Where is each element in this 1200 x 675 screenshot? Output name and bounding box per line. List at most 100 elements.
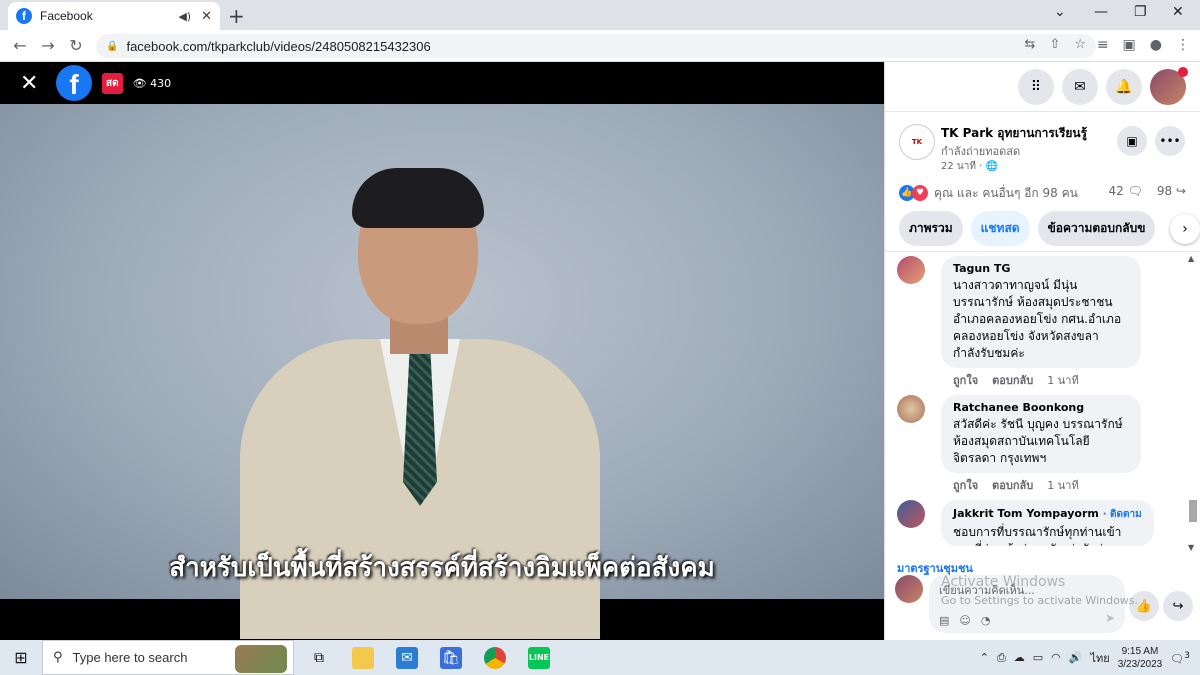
send-icon[interactable]: ➤	[1105, 611, 1115, 625]
share-arrow-icon: ↪	[1175, 184, 1186, 198]
search-highlight-image	[235, 645, 287, 673]
menu-kebab-icon[interactable]: ⋮	[1176, 37, 1190, 53]
browser-tab[interactable]: f Facebook ◀) ✕	[8, 2, 220, 30]
notification-center-icon[interactable]: 🗨3	[1170, 650, 1190, 666]
activate-windows-subtext: Go to Settings to activate Windows.	[941, 594, 1139, 607]
tab-replies[interactable]: ข้อความตอบกลับข	[1037, 211, 1156, 246]
file-explorer-icon[interactable]	[352, 646, 374, 669]
emoji-icon[interactable]: ☺	[959, 614, 970, 627]
reactions-summary[interactable]: 👍 ♥ คุณ และ คนอื่นๆ อีก 98 คน 42 🗨 98 ↪	[885, 180, 1200, 206]
battery-icon[interactable]: ▭	[1033, 651, 1043, 664]
weather-icon[interactable]: ☁	[1014, 651, 1025, 664]
tab-live-chat[interactable]: แชทสด	[970, 211, 1030, 246]
commenter-avatar[interactable]	[897, 395, 925, 423]
back-icon[interactable]: ←	[6, 36, 34, 55]
search-icon: ⚲	[53, 650, 63, 665]
save-post-button[interactable]: ▣	[1117, 126, 1147, 156]
page-avatar[interactable]: TK	[899, 124, 935, 160]
commenter-name[interactable]: Ratchanee Boonkong	[953, 401, 1129, 414]
task-view-icon[interactable]: ⧉	[308, 647, 330, 669]
wifi-icon[interactable]: ◠	[1051, 651, 1061, 664]
sticker-icon[interactable]: ◔	[981, 614, 991, 627]
lock-icon: 🔒	[106, 40, 119, 52]
taskbar-search[interactable]: ⚲ Type here to search	[42, 640, 294, 675]
reply-comment-link[interactable]: ตอบกลับ	[992, 476, 1033, 494]
chrome-icon[interactable]	[484, 646, 506, 669]
page-name[interactable]: TK Park อุทยานการเรียนรู้	[941, 124, 1087, 143]
language-indicator[interactable]: ไทย	[1090, 649, 1109, 667]
browser-tab-bar: f Facebook ◀) ✕ + ⌄ — ❐ ✕	[0, 0, 1200, 30]
like-comment-link[interactable]: ถูกใจ	[953, 371, 978, 389]
messenger-icon[interactable]: ✉	[1062, 68, 1098, 105]
comment-time[interactable]: 1 นาที	[1047, 371, 1078, 389]
notifications-bell-icon[interactable]: 🔔	[1106, 68, 1142, 105]
address-bar[interactable]: 🔒 facebook.com/tkparkclub/videos/2480508…	[96, 34, 1096, 58]
meet-now-icon[interactable]: ⎙	[997, 651, 1006, 665]
comment-icon: 🗨	[1127, 184, 1143, 198]
live-status: กำลังถ่ายทอดสด	[941, 145, 1021, 158]
reading-list-icon[interactable]: ≡	[1097, 37, 1109, 53]
more-options-button[interactable]: •••	[1155, 126, 1185, 156]
comments-count-value: 42	[1108, 184, 1124, 198]
menu-grid-icon[interactable]: ⠿	[1018, 68, 1054, 105]
activate-windows-watermark: Activate Windows	[941, 574, 1066, 590]
love-reaction-icon: ♥	[912, 185, 928, 201]
hair	[352, 168, 484, 228]
tab-overview[interactable]: ภาพรวม	[899, 211, 963, 246]
comment-time[interactable]: 1 นาที	[1047, 476, 1078, 494]
video-player[interactable]: ✕ f สด 👁 430 สำหรับเป็นพื้นที่สร้างสรรค์…	[0, 62, 884, 640]
gif-icon[interactable]: ▤	[939, 614, 949, 627]
line-app-icon[interactable]: LINE	[528, 646, 550, 669]
mail-icon[interactable]: ✉	[396, 646, 418, 669]
facebook-favicon-icon: f	[16, 8, 32, 24]
close-video-icon[interactable]: ✕	[20, 71, 44, 96]
speaker-icon[interactable]: ◀)	[178, 10, 191, 23]
post-time[interactable]: 22 นาที · 🌐	[941, 159, 998, 174]
windows-start-icon[interactable]: ⊞	[0, 648, 42, 667]
profile-icon[interactable]: ●	[1150, 37, 1162, 53]
clock[interactable]: 9:15 AM 3/23/2023	[1118, 645, 1163, 671]
reply-comment-link[interactable]: ตอบกลับ	[992, 371, 1033, 389]
show-hidden-icons-icon[interactable]: ⌃	[980, 651, 989, 664]
close-tab-icon[interactable]: ✕	[201, 9, 212, 24]
account-avatar[interactable]	[1150, 66, 1188, 105]
new-tab-button[interactable]: +	[228, 4, 245, 28]
scroll-down-icon[interactable]: ▼	[1188, 543, 1194, 552]
chevron-right-icon[interactable]: ›	[1170, 214, 1200, 244]
bookmark-star-icon[interactable]: ☆	[1074, 37, 1086, 52]
commenter-avatar[interactable]	[897, 500, 925, 528]
reload-icon[interactable]: ↻	[62, 36, 90, 55]
post-side-panel: ⠿ ✉ 🔔 TK TK Park อุทยานการเรียนรู้ กำลัง…	[884, 62, 1200, 640]
comments-count[interactable]: 42 🗨	[1108, 184, 1142, 198]
store-icon[interactable]: 🛍	[440, 646, 462, 669]
scroll-thumb[interactable]	[1189, 500, 1197, 522]
commenter-avatar[interactable]	[897, 256, 925, 284]
commenter-name[interactable]: Tagun TG	[953, 262, 1129, 275]
translate-icon[interactable]: ⇆	[1025, 37, 1036, 52]
minimize-icon[interactable]: —	[1094, 4, 1108, 20]
comment-text: สวัสดีค่ะ รัชนี บุญคง บรรณารักษ์ ห้องสมุ…	[953, 417, 1123, 465]
video-subtitle: สำหรับเป็นพื้นที่สร้างสรรค์ที่สร้างอิมแพ…	[169, 553, 715, 583]
close-window-icon[interactable]: ✕	[1172, 4, 1184, 20]
forward-icon[interactable]: →	[34, 36, 62, 55]
comment-item: Ratchanee Boonkong สวัสดีค่ะ รัชนี บุญคง…	[897, 395, 1182, 494]
follow-link[interactable]: · ติดตาม	[1103, 509, 1142, 520]
comment-bubble: Ratchanee Boonkong สวัสดีค่ะ รัชนี บุญคง…	[941, 395, 1141, 473]
comment-text: ชอบการที่บรรณารักษ์ทุกท่านเข้ามองที่ว่าง…	[953, 525, 1123, 546]
like-comment-link[interactable]: ถูกใจ	[953, 476, 978, 494]
share-page-icon[interactable]: ⇧	[1049, 37, 1060, 52]
clock-time: 9:15 AM	[1121, 645, 1159, 657]
live-badge: สด	[102, 72, 123, 94]
comment-text: นางสาวดาทาญจน์ มีนุ่น บรรณารักษ์ ห้องสมุ…	[953, 278, 1122, 360]
search-placeholder: Type here to search	[72, 650, 188, 665]
facebook-logo-icon[interactable]: f	[56, 65, 92, 101]
comments-scrollbar[interactable]: ▲ ▼	[1188, 252, 1198, 552]
volume-icon[interactable]: 🔊	[1069, 651, 1083, 664]
scroll-up-icon[interactable]: ▲	[1188, 254, 1194, 263]
tab-search-icon[interactable]: ⌄	[1054, 4, 1066, 20]
share-button[interactable]: ↪	[1163, 591, 1193, 621]
shares-count[interactable]: 98 ↪	[1157, 184, 1186, 198]
restore-icon[interactable]: ❐	[1134, 4, 1147, 20]
side-panel-icon[interactable]: ▣	[1123, 37, 1136, 53]
commenter-name[interactable]: Jakkrit Tom Yompayorm	[953, 507, 1099, 520]
